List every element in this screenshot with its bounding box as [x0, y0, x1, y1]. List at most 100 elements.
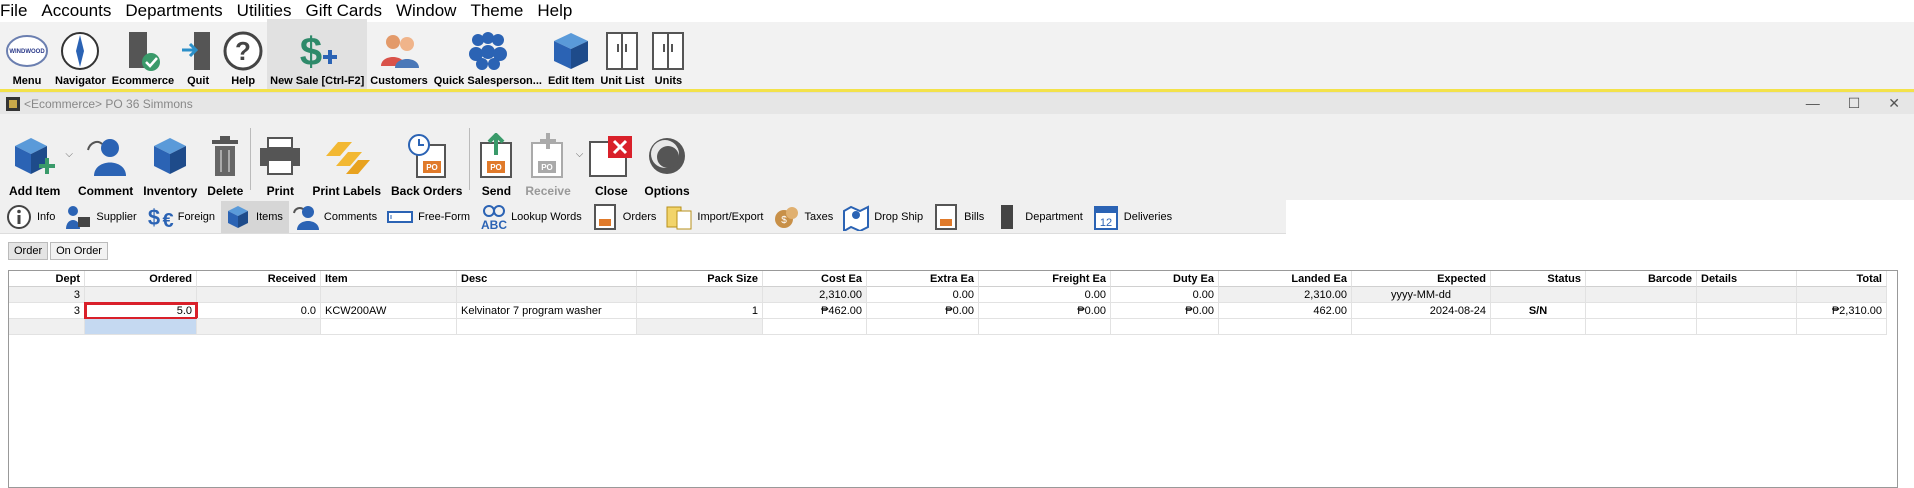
col-desc[interactable]: Desc: [457, 271, 637, 287]
receive-button[interactable]: PO Receive: [520, 116, 575, 200]
tab-department[interactable]: Department: [990, 201, 1088, 233]
cell-duty-ea[interactable]: 0.00: [1111, 287, 1219, 303]
cell-desc[interactable]: Kelvinator 7 program washer: [457, 303, 637, 319]
cell-desc[interactable]: [457, 319, 637, 335]
menu-file[interactable]: File: [0, 1, 27, 21]
cell-details[interactable]: [1697, 303, 1797, 319]
cell-ordered[interactable]: [85, 319, 197, 335]
col-received[interactable]: Received: [197, 271, 321, 287]
receive-dropdown-chevron-icon[interactable]: ⌵: [576, 149, 584, 160]
cell-status[interactable]: S/N: [1491, 303, 1586, 319]
cell-item[interactable]: KCW200AW: [321, 303, 457, 319]
tab-info[interactable]: Info: [2, 201, 61, 233]
options-button[interactable]: Options: [639, 116, 694, 200]
cell-ordered[interactable]: [85, 287, 197, 303]
cell-cost-ea[interactable]: ₱462.00: [763, 303, 867, 319]
cell-freight-ea[interactable]: [979, 319, 1111, 335]
menu-theme[interactable]: Theme: [470, 1, 523, 21]
help-button[interactable]: ? Help: [219, 19, 267, 89]
cell-details[interactable]: [1697, 319, 1797, 335]
cell-extra-ea[interactable]: [867, 319, 979, 335]
ecommerce-button[interactable]: Ecommerce: [109, 19, 177, 89]
cell-cost-ea[interactable]: [763, 319, 867, 335]
add-item-button[interactable]: Add Item: [4, 116, 65, 200]
cell-barcode[interactable]: [1586, 319, 1697, 335]
cell-pack-size[interactable]: [637, 319, 763, 335]
menu-gift-cards[interactable]: Gift Cards: [305, 1, 382, 21]
minimize-icon[interactable]: —: [1806, 95, 1820, 112]
close-button[interactable]: Close: [583, 116, 639, 200]
cell-expected[interactable]: [1352, 319, 1491, 335]
add-item-dropdown-chevron-icon[interactable]: ⌵: [65, 149, 73, 160]
inventory-button[interactable]: Inventory: [138, 116, 202, 200]
col-duty-ea[interactable]: Duty Ea: [1111, 271, 1219, 287]
col-extra-ea[interactable]: Extra Ea: [867, 271, 979, 287]
cell-dept[interactable]: [9, 319, 85, 335]
col-cost-ea[interactable]: Cost Ea: [763, 271, 867, 287]
tab-items[interactable]: Items: [221, 200, 289, 233]
col-item[interactable]: Item: [321, 271, 457, 287]
maximize-icon[interactable]: ☐: [1848, 95, 1861, 112]
menu-button[interactable]: WINDWOOD Menu: [2, 19, 52, 89]
tab-taxes[interactable]: $ Taxes: [769, 201, 839, 233]
col-ordered[interactable]: Ordered: [85, 271, 197, 287]
tab-bills[interactable]: Bills: [929, 201, 990, 233]
col-landed-ea[interactable]: Landed Ea: [1219, 271, 1352, 287]
cell-barcode[interactable]: [1586, 287, 1697, 303]
close-window-icon[interactable]: ✕: [1888, 95, 1900, 112]
col-total[interactable]: Total: [1797, 271, 1887, 287]
units-button[interactable]: Units: [647, 19, 689, 89]
cell-dept[interactable]: 3: [9, 287, 85, 303]
cell-expected[interactable]: 2024-08-24: [1352, 303, 1491, 319]
cell-dept[interactable]: 3: [9, 303, 85, 319]
tab-foreign[interactable]: $ € Foreign: [143, 201, 221, 233]
cell-desc[interactable]: [457, 287, 637, 303]
menu-utilities[interactable]: Utilities: [237, 1, 292, 21]
menu-window[interactable]: Window: [396, 1, 456, 21]
cell-duty-ea[interactable]: ₱0.00: [1111, 303, 1219, 319]
cell-landed-ea[interactable]: 462.00: [1219, 303, 1352, 319]
comment-button[interactable]: Comment: [73, 116, 138, 200]
ordered-quantity-input[interactable]: 5.0: [84, 302, 198, 320]
menu-departments[interactable]: Departments: [125, 1, 222, 21]
print-button[interactable]: Print: [253, 116, 307, 200]
cell-landed-ea[interactable]: [1219, 319, 1352, 335]
customers-button[interactable]: Customers: [367, 19, 430, 89]
col-expected[interactable]: Expected: [1352, 271, 1491, 287]
cell-status[interactable]: [1491, 287, 1586, 303]
subtab-order[interactable]: Order: [8, 242, 49, 260]
col-freight-ea[interactable]: Freight Ea: [979, 271, 1111, 287]
cell-received[interactable]: 0.0: [197, 303, 321, 319]
cell-extra-ea[interactable]: ₱0.00: [867, 303, 979, 319]
cell-received[interactable]: [197, 319, 321, 335]
cell-expected[interactable]: yyyy-MM-dd: [1352, 287, 1491, 303]
tab-supplier[interactable]: Supplier: [61, 201, 142, 233]
tab-free-form[interactable]: Free-Form: [383, 201, 476, 233]
navigator-button[interactable]: Navigator: [52, 19, 109, 89]
table-row-totals[interactable]: 3 2,310.00 0.00 0.00 0.00 2,310.00 yyyy-…: [9, 287, 1897, 303]
quit-button[interactable]: Quit: [177, 19, 219, 89]
tab-drop-ship[interactable]: Drop Ship: [839, 201, 929, 233]
cell-pack-size[interactable]: 1: [637, 303, 763, 319]
subtab-on-order[interactable]: On Order: [50, 242, 108, 260]
col-status[interactable]: Status: [1491, 271, 1586, 287]
table-row-item[interactable]: 3 5.0 0.0 KCW200AW Kelvinator 7 program …: [9, 302, 1897, 320]
cell-total[interactable]: ₱2,310.00: [1797, 303, 1887, 319]
cell-item[interactable]: [321, 319, 457, 335]
print-labels-button[interactable]: Print Labels: [307, 116, 386, 200]
cell-status[interactable]: [1491, 319, 1586, 335]
cell-pack-size[interactable]: [637, 287, 763, 303]
cell-total[interactable]: [1797, 319, 1887, 335]
tab-deliveries[interactable]: 12 Deliveries: [1089, 201, 1178, 233]
menu-help[interactable]: Help: [537, 1, 572, 21]
send-button[interactable]: PO Send: [472, 116, 520, 200]
cell-landed-ea[interactable]: 2,310.00: [1219, 287, 1352, 303]
back-orders-button[interactable]: PO Back Orders: [386, 116, 467, 200]
delete-button[interactable]: Delete: [202, 116, 248, 200]
cell-barcode[interactable]: [1586, 303, 1697, 319]
cell-freight-ea[interactable]: ₱0.00: [979, 303, 1111, 319]
cell-freight-ea[interactable]: 0.00: [979, 287, 1111, 303]
table-row-new[interactable]: [9, 319, 1897, 335]
menu-accounts[interactable]: Accounts: [41, 1, 111, 21]
tab-import-export[interactable]: Import/Export: [662, 201, 769, 233]
